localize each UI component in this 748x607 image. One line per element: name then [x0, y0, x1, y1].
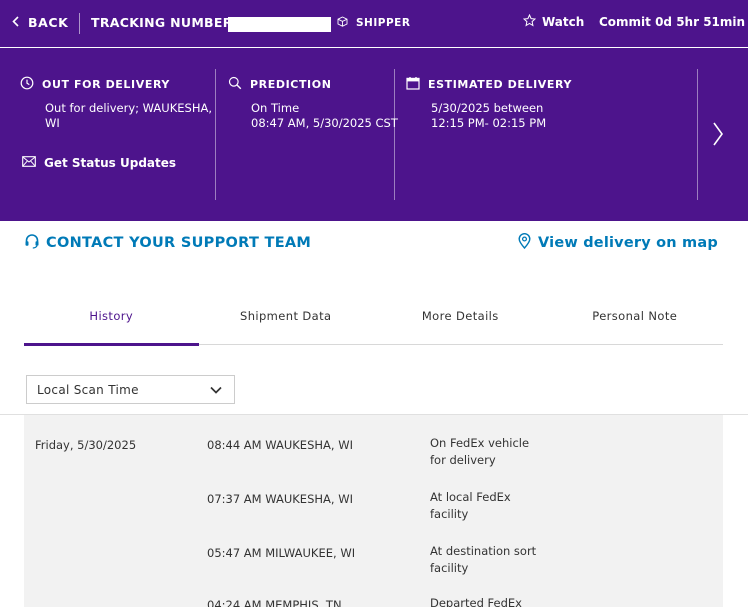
tab-shipment-data[interactable]: Shipment Data — [199, 300, 374, 344]
history-status: Departed FedEx hub — [430, 595, 560, 607]
out-for-delivery-title: OUT FOR DELIVERY — [42, 78, 170, 91]
watch-label: Watch — [542, 15, 585, 29]
out-for-delivery-detail: Out for delivery; WAUKESHA, WI — [45, 101, 212, 130]
view-delivery-map-label: View delivery on map — [538, 235, 718, 251]
column-divider — [215, 69, 216, 200]
map-pin-icon — [518, 233, 531, 253]
tab-more-details[interactable]: More Details — [373, 300, 548, 344]
history-status: At destination sort facility — [430, 543, 560, 577]
status-summary: OUT FOR DELIVERY Out for delivery; WAUKE… — [0, 48, 748, 221]
back-button[interactable]: BACK — [12, 15, 68, 30]
history-status: On FedEx vehicle for delivery — [430, 435, 560, 469]
prediction-line2: 08:47 AM, 5/30/2025 CST — [251, 115, 398, 130]
clock-icon — [20, 76, 34, 93]
get-status-updates-label: Get Status Updates — [44, 156, 177, 170]
history-status-line2: for delivery — [430, 453, 496, 467]
box-icon — [337, 16, 348, 30]
history-time-location: 05:47 AM MILWAUKEE, WI — [207, 546, 356, 560]
tracking-number-label: TRACKING NUMBER: — [91, 15, 238, 30]
history-status-line2: facility — [430, 507, 469, 521]
prediction-title: PREDICTION — [250, 78, 332, 91]
estimated-delivery-heading: ESTIMATED DELIVERY — [406, 76, 572, 93]
column-divider — [697, 69, 698, 200]
prediction-heading: PREDICTION — [228, 76, 332, 93]
history-time-location: 08:44 AM WAUKESHA, WI — [207, 438, 353, 452]
history-date: Friday, 5/30/2025 — [35, 438, 137, 452]
calendar-icon — [406, 76, 420, 93]
history-status-line1: At local FedEx — [430, 490, 511, 504]
history-table: Friday, 5/30/2025 08:44 AM WAUKESHA, WI … — [24, 415, 723, 607]
estimated-delivery-line1: 5/30/2025 between — [431, 101, 544, 115]
commit-timer: Commit 0d 5hr 51min — [599, 15, 746, 29]
tracking-header: BACK TRACKING NUMBER: SHIPPER Watch Comm… — [0, 0, 748, 47]
tracking-tabs: History Shipment Data More Details Perso… — [24, 300, 723, 346]
watch-button[interactable]: Watch — [522, 13, 585, 30]
history-status-line1: Departed FedEx — [430, 596, 522, 607]
get-status-updates-link[interactable]: Get Status Updates — [22, 156, 176, 170]
star-icon — [522, 13, 537, 30]
out-for-delivery-line1: Out for delivery; WAUKESHA, — [45, 101, 212, 115]
history-status-line1: On FedEx vehicle — [430, 436, 530, 450]
headset-icon — [24, 233, 40, 253]
back-label: BACK — [28, 15, 69, 30]
history-time-location: 07:37 AM WAUKESHA, WI — [207, 492, 353, 506]
estimated-delivery-detail: 5/30/2025 between 12:15 PM- 02:15 PM — [431, 101, 546, 130]
envelope-icon — [22, 156, 36, 170]
chevron-down-icon — [210, 383, 222, 397]
column-divider — [394, 69, 395, 200]
search-icon — [228, 76, 242, 93]
prediction-detail: On Time 08:47 AM, 5/30/2025 CST — [251, 101, 398, 130]
estimated-delivery-line2: 12:15 PM- 02:15 PM — [431, 115, 547, 130]
out-for-delivery-line2: WI — [45, 115, 60, 130]
scan-time-select-value: Local Scan Time — [37, 382, 139, 397]
shipper-role: SHIPPER — [337, 16, 410, 30]
history-status-line1: At destination sort — [430, 544, 537, 558]
chevron-right-icon[interactable] — [712, 121, 724, 151]
out-for-delivery-heading: OUT FOR DELIVERY — [20, 76, 170, 93]
prediction-line1: On Time — [251, 101, 300, 115]
contact-support-link[interactable]: CONTACT YOUR SUPPORT TEAM — [24, 233, 311, 253]
history-status: At local FedEx facility — [430, 489, 560, 523]
estimated-delivery-title: ESTIMATED DELIVERY — [428, 78, 573, 91]
tab-personal-note[interactable]: Personal Note — [548, 300, 723, 344]
history-status-line2: facility — [430, 561, 469, 575]
tab-history[interactable]: History — [24, 300, 199, 346]
shipper-label: SHIPPER — [356, 17, 411, 29]
history-time-location: 04:24 AM MEMPHIS, TN — [207, 598, 342, 607]
header-divider — [79, 13, 80, 34]
tracking-number-value — [228, 17, 331, 32]
chevron-left-icon — [12, 15, 19, 30]
view-delivery-map-link[interactable]: View delivery on map — [518, 233, 718, 253]
scan-time-select[interactable]: Local Scan Time — [26, 375, 235, 404]
contact-support-label: CONTACT YOUR SUPPORT TEAM — [46, 235, 312, 251]
